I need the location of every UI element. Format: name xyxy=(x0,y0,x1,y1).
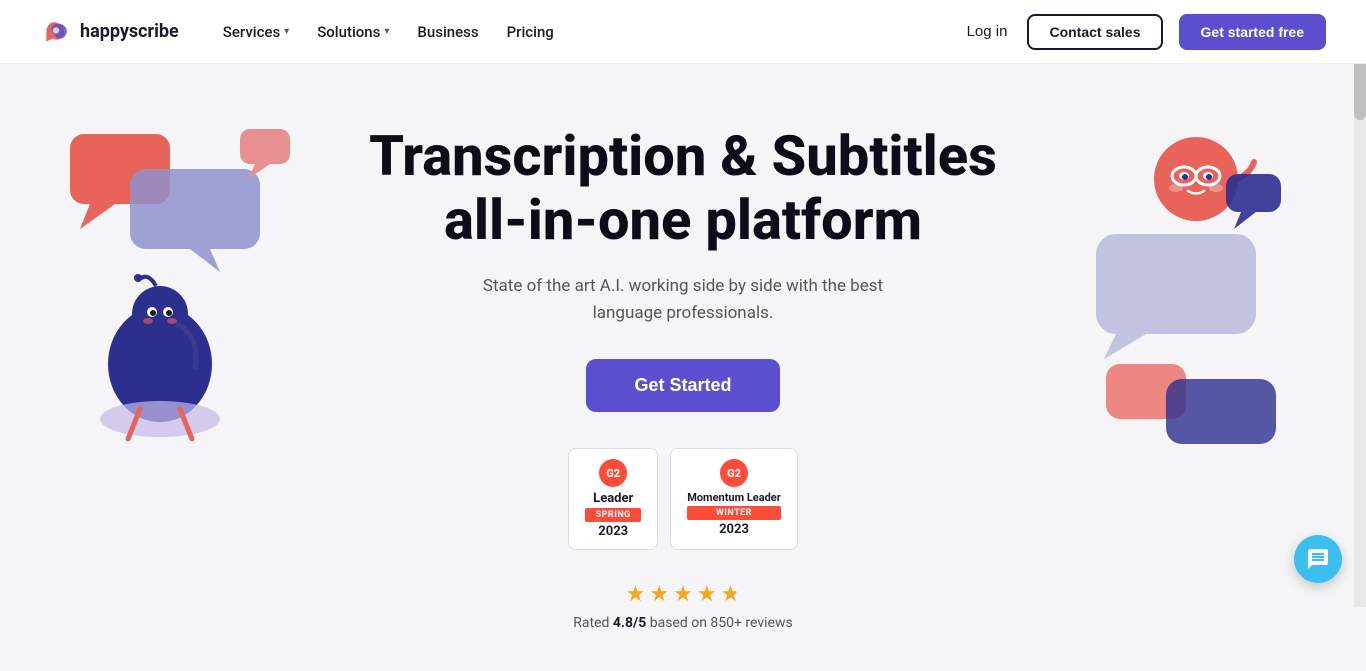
nav-business[interactable]: Business xyxy=(405,15,490,49)
star-5: ★ xyxy=(721,582,741,607)
badge-leader: G2 Leader SPRING 2023 xyxy=(568,448,658,550)
star-1: ★ xyxy=(626,582,646,607)
star-2: ★ xyxy=(649,582,669,607)
brand-name: happyscribe xyxy=(80,21,179,42)
badge-momentum: G2 Momentum Leader WINTER 2023 xyxy=(670,448,798,550)
chat-icon xyxy=(1306,547,1330,571)
get-started-nav-button[interactable]: Get started free xyxy=(1179,14,1326,50)
badge-year-2: 2023 xyxy=(719,522,749,537)
left-decoration xyxy=(60,124,290,448)
badges-container: G2 Leader SPRING 2023 G2 Momentum Leader… xyxy=(568,448,798,550)
login-button[interactable]: Log in xyxy=(963,15,1012,48)
hero-title: Transcription & Subtitles all-in-one pla… xyxy=(333,124,1033,253)
g2-logo-1: G2 xyxy=(599,459,627,487)
chat-button[interactable] xyxy=(1294,535,1342,583)
nav-pricing[interactable]: Pricing xyxy=(495,15,566,49)
g2-logo-2: G2 xyxy=(720,459,748,487)
nav-solutions[interactable]: Solutions ▾ xyxy=(305,15,401,49)
logo-link[interactable]: happyscribe xyxy=(40,16,179,48)
rating-value: 4.8/5 xyxy=(613,615,646,631)
chevron-down-icon: ▾ xyxy=(284,26,289,37)
hero-subtitle: State of the art A.I. working side by si… xyxy=(463,273,903,327)
get-started-hero-button[interactable]: Get Started xyxy=(586,359,779,412)
contact-sales-button[interactable]: Contact sales xyxy=(1027,14,1162,50)
badge-stripe-1: SPRING xyxy=(585,508,641,522)
badge-stripe-2: WINTER xyxy=(687,506,781,520)
star-rating: ★ ★ ★ ★ ★ xyxy=(626,582,741,607)
badge-title-2: Momentum Leader xyxy=(687,491,781,504)
navbar: happyscribe Services ▾ Solutions ▾ Busin… xyxy=(0,0,1366,64)
nav-services[interactable]: Services ▾ xyxy=(211,15,301,49)
badge-title-1: Leader xyxy=(593,491,633,506)
scrollbar[interactable] xyxy=(1354,0,1366,607)
badge-year-1: 2023 xyxy=(598,524,628,539)
logo-icon xyxy=(40,16,72,48)
right-decoration xyxy=(1076,124,1306,448)
chevron-down-icon: ▾ xyxy=(384,26,389,37)
nav-actions: Log in Contact sales Get started free xyxy=(963,14,1326,50)
star-4: ★ xyxy=(697,582,717,607)
rating-text: Rated 4.8/5 based on 850+ reviews xyxy=(573,615,792,631)
hero-section: Transcription & Subtitles all-in-one pla… xyxy=(0,64,1366,671)
nav-links: Services ▾ Solutions ▾ Business Pricing xyxy=(211,15,963,49)
star-3: ★ xyxy=(673,582,693,607)
